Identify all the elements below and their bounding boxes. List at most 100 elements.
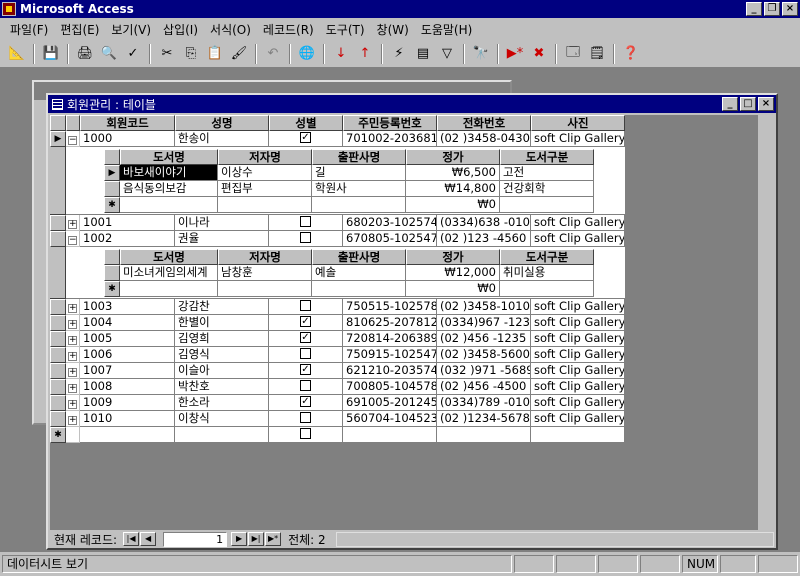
expand-icon[interactable]: + — [68, 220, 77, 229]
gender-checkbox[interactable]: ✓ — [300, 132, 311, 143]
next-record-button[interactable]: ▶ — [231, 532, 248, 546]
database-window-icon[interactable]: 🗔 — [562, 43, 584, 65]
new-book-title[interactable] — [120, 197, 218, 213]
column-header-code[interactable]: 회원코드 — [80, 115, 175, 131]
book-author[interactable]: 편집부 — [218, 181, 312, 197]
member-name[interactable]: 김영식 — [175, 347, 269, 363]
collapse-icon[interactable]: − — [68, 136, 77, 145]
sub-column-header-2[interactable]: 출판사명 — [312, 249, 406, 265]
record-selector[interactable] — [50, 215, 66, 231]
member-code[interactable]: 1007 — [80, 363, 175, 379]
member-code[interactable]: 1006 — [80, 347, 175, 363]
menu-item-2[interactable]: 보기(V) — [105, 21, 157, 38]
new-member-gender[interactable] — [269, 427, 343, 443]
menu-item-3[interactable]: 삽입(I) — [157, 21, 204, 38]
cut-icon[interactable]: ✂ — [156, 43, 178, 65]
book-category[interactable]: 취미실용 — [500, 265, 594, 281]
gender-checkbox[interactable] — [300, 412, 311, 423]
record-selector[interactable] — [50, 299, 66, 315]
gender-checkbox[interactable]: ✓ — [300, 332, 311, 343]
member-name[interactable]: 권율 — [175, 231, 269, 247]
new-book-author[interactable] — [218, 197, 312, 213]
expand-icon[interactable]: + — [68, 384, 77, 393]
member-code[interactable]: 1008 — [80, 379, 175, 395]
book-publisher[interactable]: 예솔 — [312, 265, 406, 281]
new-book-category[interactable] — [500, 281, 594, 297]
sort-ascending-icon[interactable]: ↓ — [330, 43, 352, 65]
member-name[interactable]: 이창식 — [175, 411, 269, 427]
column-header-rrn[interactable]: 주민등록번호 — [343, 115, 437, 131]
menu-item-1[interactable]: 편집(E) — [54, 21, 105, 38]
member-gender[interactable] — [269, 379, 343, 395]
book-publisher[interactable]: 길 — [312, 165, 406, 181]
member-photo[interactable]: soft Clip Gallery — [531, 379, 625, 395]
book-author[interactable]: 남창훈 — [218, 265, 312, 281]
save-icon[interactable]: 💾 — [40, 43, 62, 65]
gender-checkbox[interactable]: ✓ — [300, 364, 311, 375]
member-rrn[interactable]: 750915-1025478 — [343, 347, 437, 363]
book-category[interactable]: 건강회학 — [500, 181, 594, 197]
member-code[interactable]: 1010 — [80, 411, 175, 427]
member-code[interactable]: 1004 — [80, 315, 175, 331]
new-book-publisher[interactable] — [312, 197, 406, 213]
child-close-button[interactable]: × — [758, 97, 774, 111]
paste-icon[interactable]: 📋 — [204, 43, 226, 65]
expand-icon[interactable]: + — [68, 320, 77, 329]
expand-toggle[interactable]: + — [66, 347, 80, 363]
expand-toggle[interactable]: + — [66, 215, 80, 231]
record-selector[interactable]: ▶ — [50, 131, 66, 147]
new-record-selector[interactable]: ✱ — [104, 197, 120, 213]
member-code[interactable]: 1003 — [80, 299, 175, 315]
gender-checkbox[interactable]: ✓ — [300, 316, 311, 327]
menu-item-0[interactable]: 파일(F) — [4, 21, 54, 38]
member-phone[interactable]: (0334)638 -0102 — [437, 215, 531, 231]
new-book-price[interactable]: ₩0 — [406, 197, 500, 213]
member-rrn[interactable]: 670805-1025478 — [343, 231, 437, 247]
member-phone[interactable]: (032 )971 -5689 — [437, 363, 531, 379]
print-icon[interactable]: 🖨 — [74, 43, 96, 65]
sub-column-header-0[interactable]: 도서명 — [120, 249, 218, 265]
undo-icon[interactable]: ↶ — [262, 43, 284, 65]
expand-icon[interactable]: + — [68, 352, 77, 361]
view-design-icon[interactable]: 📐 — [6, 43, 28, 65]
member-name[interactable]: 이슬아 — [175, 363, 269, 379]
gender-checkbox[interactable] — [300, 348, 311, 359]
member-gender[interactable]: ✓ — [269, 395, 343, 411]
record-selector[interactable] — [50, 331, 66, 347]
member-gender[interactable] — [269, 299, 343, 315]
book-title[interactable]: 바보새이야기 — [120, 165, 218, 181]
expand-toggle[interactable]: + — [66, 411, 80, 427]
gender-checkbox[interactable] — [300, 216, 311, 227]
member-photo[interactable]: soft Clip Gallery — [531, 347, 625, 363]
member-rrn[interactable]: 691005-2012457 — [343, 395, 437, 411]
expand-icon[interactable]: + — [68, 416, 77, 425]
column-header-name[interactable]: 성명 — [175, 115, 269, 131]
delete-record-icon[interactable]: ✖ — [528, 43, 550, 65]
member-phone[interactable]: (02 )3458-1010 — [437, 299, 531, 315]
sort-descending-icon[interactable]: ↑ — [354, 43, 376, 65]
new-member-code[interactable] — [80, 427, 175, 443]
book-price[interactable]: ₩12,000 — [406, 265, 500, 281]
member-rrn[interactable]: 680203-1025741 — [343, 215, 437, 231]
column-header-photo[interactable]: 사진 — [531, 115, 625, 131]
member-name[interactable]: 강감찬 — [175, 299, 269, 315]
new-book-price[interactable]: ₩0 — [406, 281, 500, 297]
new-book-author[interactable] — [218, 281, 312, 297]
record-selector[interactable] — [50, 347, 66, 363]
book-category[interactable]: 고전 — [500, 165, 594, 181]
member-phone[interactable]: (02 )3458-0430 — [437, 131, 531, 147]
expand-toggle[interactable]: + — [66, 315, 80, 331]
member-rrn[interactable]: 720814-2063895 — [343, 331, 437, 347]
copy-icon[interactable]: ⎘ — [180, 43, 202, 65]
book-author[interactable]: 이상수 — [218, 165, 312, 181]
child-maximize-button[interactable]: □ — [740, 97, 756, 111]
member-code[interactable]: 1009 — [80, 395, 175, 411]
expand-icon[interactable]: + — [68, 368, 77, 377]
sub-record-selector[interactable] — [104, 265, 120, 281]
restore-button[interactable]: ❐ — [764, 2, 780, 16]
menu-item-5[interactable]: 레코드(R) — [257, 21, 320, 38]
expand-toggle[interactable]: + — [66, 331, 80, 347]
new-member-phone[interactable] — [437, 427, 531, 443]
help-icon[interactable]: ❓ — [620, 43, 642, 65]
member-phone[interactable]: (02 )123 -4560 — [437, 231, 531, 247]
